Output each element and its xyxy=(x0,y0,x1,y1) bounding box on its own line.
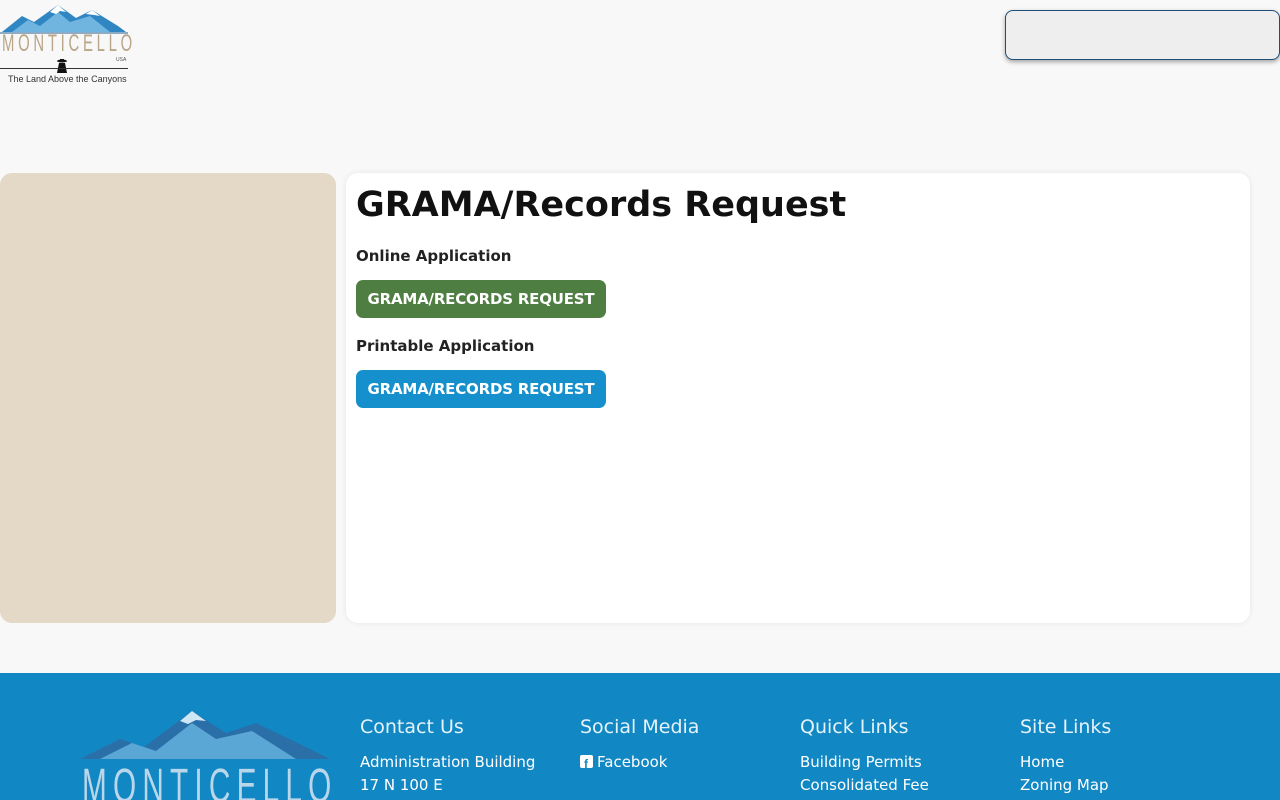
site-footer: MONTICELLO Contact Us Administration Bui… xyxy=(0,673,1280,800)
footer-contact-line: Administration Building xyxy=(360,753,536,771)
main-content: GRAMA/Records Request Online Application… xyxy=(346,173,1250,623)
footer-quick-links-heading: Quick Links xyxy=(800,716,909,738)
logo-tagline: The Land Above the Canyons xyxy=(8,74,127,84)
online-application-label: Online Application xyxy=(356,247,512,265)
footer-facebook-label[interactable]: Facebook xyxy=(597,753,667,771)
footer-link-building-permits[interactable]: Building Permits xyxy=(800,753,922,771)
printable-records-request-button[interactable]: GRAMA/RECORDS REQUEST xyxy=(356,370,606,408)
site-logo[interactable]: MONTICELLO USA The Land Above the Canyon… xyxy=(0,2,132,88)
logo-country: USA xyxy=(116,57,127,63)
printable-application-label: Printable Application xyxy=(356,337,535,355)
footer-site-links-column: Site Links Home Zoning Map xyxy=(1020,716,1111,797)
search-input[interactable] xyxy=(1005,10,1280,60)
footer-link-home[interactable]: Home xyxy=(1020,753,1064,771)
footer-social-column: Social Media Facebook xyxy=(580,716,700,776)
sidebar-panel xyxy=(0,173,336,623)
page-title: GRAMA/Records Request xyxy=(356,185,847,225)
footer-logo-wordmark: MONTICELLO xyxy=(82,760,338,800)
footer-facebook-link[interactable]: Facebook xyxy=(580,751,699,776)
facebook-icon xyxy=(580,753,593,776)
footer-link-consolidated-fee[interactable]: Consolidated Fee xyxy=(800,776,929,794)
footer-social-heading: Social Media xyxy=(580,716,700,738)
footer-contact-line: 17 N 100 E xyxy=(360,776,443,794)
footer-site-links-heading: Site Links xyxy=(1020,716,1112,738)
footer-quick-links-column: Quick Links Building Permits Consolidate… xyxy=(800,716,929,797)
logo-wordmark: MONTICELLO xyxy=(2,30,136,57)
footer-logo[interactable]: MONTICELLO xyxy=(80,709,331,800)
online-records-request-button[interactable]: GRAMA/RECORDS REQUEST xyxy=(356,280,606,318)
cowboy-silhouette-icon xyxy=(57,59,67,73)
footer-contact-heading: Contact Us xyxy=(360,716,464,738)
logo-divider xyxy=(0,68,128,69)
footer-contact-column: Contact Us Administration Building 17 N … xyxy=(360,716,535,797)
footer-link-zoning-map[interactable]: Zoning Map xyxy=(1020,776,1109,794)
